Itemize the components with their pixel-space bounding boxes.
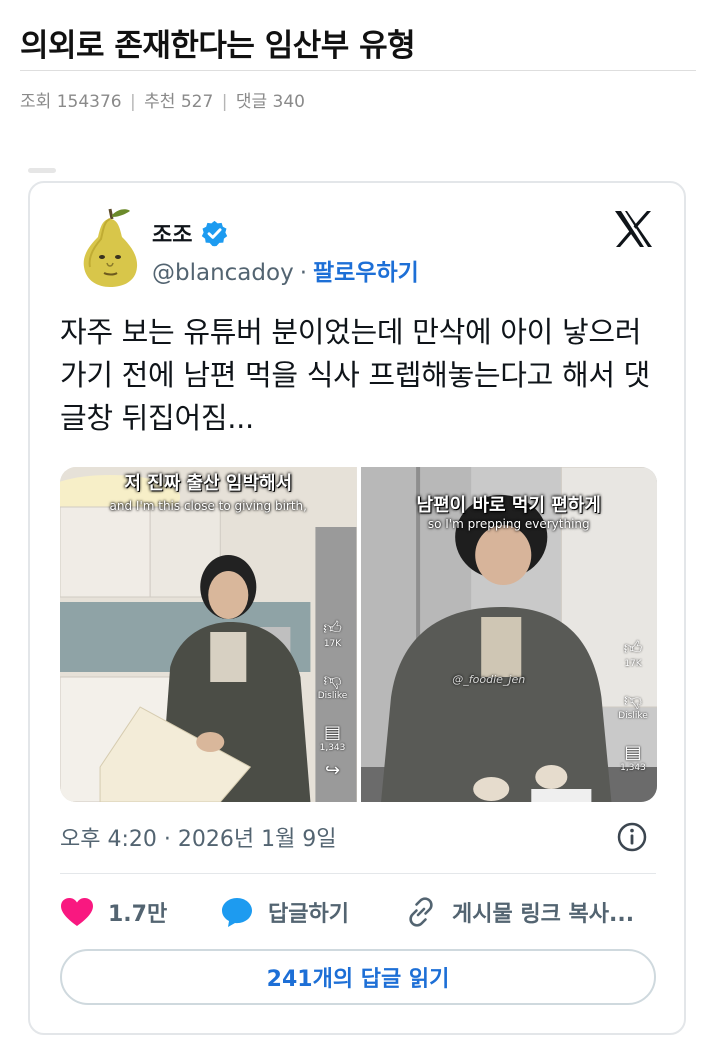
comments-label: 댓글 [235, 92, 268, 112]
recommend-label: 추천 [144, 92, 176, 112]
thumbs-up-icon[interactable]: 👍︎ [313, 619, 353, 639]
copy-link-button[interactable]: 게시물 링크 복사... [404, 891, 634, 933]
media-image-left[interactable]: 저 진짜 출산 임박해서 and I'm this close to givin… [60, 467, 357, 802]
views-count: 154376 [56, 92, 122, 112]
tweet-media[interactable]: 저 진짜 출산 임박해서 and I'm this close to givin… [60, 467, 657, 802]
comment-icon[interactable]: ▤ [313, 723, 353, 743]
divider [60, 873, 656, 874]
x-logo-icon[interactable] [612, 209, 654, 249]
thumbs-down-icon[interactable]: 👎︎ [313, 671, 353, 691]
heart-icon [61, 898, 93, 926]
display-name-row: 조조 [152, 217, 229, 249]
verified-badge-icon [202, 220, 228, 246]
comment-count: 1,343 [319, 743, 346, 753]
tweet-timestamp[interactable]: 오후 4:20 · 2026년 1월 9일 [60, 821, 337, 853]
user-handle[interactable]: @blancadoy [152, 260, 294, 286]
reply-label: 답글하기 [268, 902, 349, 927]
caption-english: and I'm this close to giving birth, [109, 499, 307, 513]
video-side-actions: 👍︎ 17K 👎︎ Dislike ▤ 1,343 ↪ [313, 619, 353, 781]
dislike-label: Dislike [317, 691, 348, 701]
copy-link-label: 게시물 링크 복사... [452, 902, 635, 927]
speech-bubble-icon [222, 898, 252, 927]
tweet-card: 조조 @blancadoy · 팔로우하기 자주 보는 유튜버 분이었는데 만삭에 … [28, 181, 686, 1035]
tweet-actions: 1.7만 답글하기 게시물 링크 복사... [60, 891, 660, 933]
media-image-right[interactable]: 남편이 바로 먹기 편하게 so I'm prepping everything… [360, 467, 657, 802]
like-count: 17K [624, 659, 642, 669]
post-title: 의외로 존재한다는 임산부 유형 [20, 28, 416, 64]
read-replies-button[interactable]: 241개의 답글 읽기 [60, 949, 656, 1005]
caption-english: so I'm prepping everything [427, 517, 590, 531]
thumbs-down-icon[interactable]: 👎︎ [613, 691, 653, 711]
recommend-count: 527 [180, 92, 214, 112]
like-button[interactable]: 1.7만 [60, 891, 167, 933]
tweet-text: 자주 보는 유튜버 분이었는데 만삭에 아이 낳으러 가기 전에 남편 먹을 식… [60, 315, 651, 435]
comments-count: 340 [272, 92, 305, 112]
like-count: 1.7만 [108, 902, 168, 927]
dislike-label: Dislike [618, 711, 648, 721]
post-meta: 조회 154376 | 추천 527 | 댓글 340 [20, 87, 305, 112]
handle-row: @blancadoy · 팔로우하기 [152, 253, 419, 287]
meta-separator: | [221, 92, 228, 112]
caption-korean: 저 진짜 출산 임박해서 [124, 473, 293, 494]
handle-separator: · [299, 260, 307, 286]
display-name[interactable]: 조조 [152, 217, 192, 249]
comment-icon[interactable]: ▤ [613, 743, 653, 763]
avatar[interactable] [74, 203, 146, 289]
thumbs-up-icon[interactable]: 👍︎ [613, 639, 653, 659]
title-divider [20, 70, 696, 71]
link-icon [409, 897, 433, 927]
share-icon[interactable]: ↪ [313, 761, 353, 781]
meta-separator: | [130, 92, 136, 112]
views-label: 조회 [20, 92, 52, 112]
caption-korean: 남편이 바로 먹기 편하게 [416, 495, 601, 516]
like-count: 17K [323, 639, 342, 649]
video-side-actions: 👍︎ 17K 👎︎ Dislike ▤ 1,343 [613, 639, 653, 795]
follow-link[interactable]: 팔로우하기 [313, 260, 419, 286]
info-icon[interactable] [616, 821, 648, 853]
decorative-mark [28, 168, 56, 173]
comment-count: 1,343 [620, 763, 646, 773]
reply-button[interactable]: 답글하기 [220, 891, 349, 933]
